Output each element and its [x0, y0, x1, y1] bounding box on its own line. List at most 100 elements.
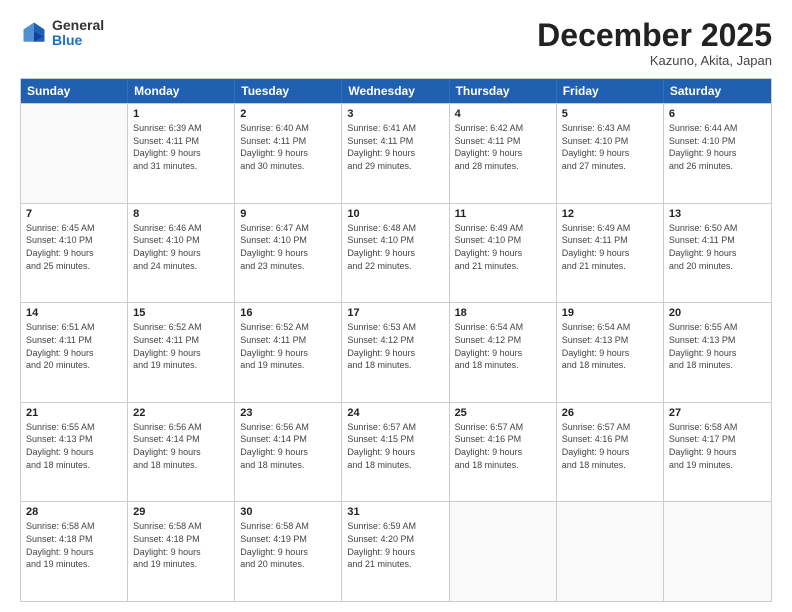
calendar-cell: 4 Sunrise: 6:42 AM Sunset: 4:11 PM Daylig… — [450, 104, 557, 203]
calendar-cell: 13 Sunrise: 6:50 AM Sunset: 4:11 PM Dayli… — [664, 204, 771, 303]
day-number: 2 — [240, 108, 336, 120]
day-number: 28 — [26, 506, 122, 518]
logo-general-text: General — [52, 18, 104, 33]
title-block: December 2025 Kazuno, Akita, Japan — [537, 18, 772, 68]
day-info: Sunrise: 6:58 AM Sunset: 4:19 PM Dayligh… — [240, 520, 336, 570]
day-info: Sunrise: 6:54 AM Sunset: 4:12 PM Dayligh… — [455, 321, 551, 371]
day-number: 16 — [240, 307, 336, 319]
calendar-cell: 25 Sunrise: 6:57 AM Sunset: 4:16 PM Dayli… — [450, 403, 557, 502]
calendar-cell: 9 Sunrise: 6:47 AM Sunset: 4:10 PM Daylig… — [235, 204, 342, 303]
page: General Blue December 2025 Kazuno, Akita… — [0, 0, 792, 612]
day-number: 7 — [26, 208, 122, 220]
calendar-cell — [450, 502, 557, 601]
calendar-cell: 6Sunrise: 6:44 AM Sunset: 4:10 PM Daylig… — [664, 104, 771, 203]
calendar-cell — [21, 104, 128, 203]
day-number: 10 — [347, 208, 443, 220]
calendar-row-1: 7 Sunrise: 6:45 AM Sunset: 4:10 PM Daylig… — [21, 203, 771, 303]
day-info: Sunrise: 6:55 AM Sunset: 4:13 PM Dayligh… — [669, 321, 766, 371]
weekday-header-friday: Friday — [557, 79, 664, 103]
day-info: Sunrise: 6:58 AM Sunset: 4:17 PM Dayligh… — [669, 421, 766, 471]
day-info: Sunrise: 6:41 AM Sunset: 4:11 PM Dayligh… — [347, 122, 443, 172]
day-info: Sunrise: 6:44 AM Sunset: 4:10 PM Dayligh… — [669, 122, 766, 172]
day-info: Sunrise: 6:45 AM Sunset: 4:10 PM Dayligh… — [26, 222, 122, 272]
weekday-header-tuesday: Tuesday — [235, 79, 342, 103]
calendar-cell: 15 Sunrise: 6:52 AM Sunset: 4:11 PM Dayli… — [128, 303, 235, 402]
day-number: 30 — [240, 506, 336, 518]
day-number: 29 — [133, 506, 229, 518]
day-info: Sunrise: 6:47 AM Sunset: 4:10 PM Dayligh… — [240, 222, 336, 272]
day-number: 20 — [669, 307, 766, 319]
calendar-cell — [557, 502, 664, 601]
day-info: Sunrise: 6:49 AM Sunset: 4:10 PM Dayligh… — [455, 222, 551, 272]
logo-icon — [20, 19, 48, 47]
day-info: Sunrise: 6:49 AM Sunset: 4:11 PM Dayligh… — [562, 222, 658, 272]
day-number: 12 — [562, 208, 658, 220]
weekday-header-sunday: Sunday — [21, 79, 128, 103]
calendar-cell: 23 Sunrise: 6:56 AM Sunset: 4:14 PM Dayli… — [235, 403, 342, 502]
calendar-header-row: SundayMondayTuesdayWednesdayThursdayFrid… — [21, 79, 771, 103]
calendar-cell: 18Sunrise: 6:54 AM Sunset: 4:12 PM Dayli… — [450, 303, 557, 402]
day-number: 4 — [455, 108, 551, 120]
day-number: 15 — [133, 307, 229, 319]
day-number: 25 — [455, 407, 551, 419]
calendar-cell: 1Sunrise: 6:39 AM Sunset: 4:11 PM Daylig… — [128, 104, 235, 203]
day-number: 26 — [562, 407, 658, 419]
day-number: 14 — [26, 307, 122, 319]
weekday-header-wednesday: Wednesday — [342, 79, 449, 103]
day-info: Sunrise: 6:43 AM Sunset: 4:10 PM Dayligh… — [562, 122, 658, 172]
logo-text: General Blue — [52, 18, 104, 49]
header: General Blue December 2025 Kazuno, Akita… — [20, 18, 772, 68]
day-info: Sunrise: 6:46 AM Sunset: 4:10 PM Dayligh… — [133, 222, 229, 272]
day-number: 24 — [347, 407, 443, 419]
day-info: Sunrise: 6:48 AM Sunset: 4:10 PM Dayligh… — [347, 222, 443, 272]
day-number: 17 — [347, 307, 443, 319]
weekday-header-thursday: Thursday — [450, 79, 557, 103]
weekday-header-saturday: Saturday — [664, 79, 771, 103]
calendar: SundayMondayTuesdayWednesdayThursdayFrid… — [20, 78, 772, 602]
logo-blue-text: Blue — [52, 33, 104, 48]
day-number: 23 — [240, 407, 336, 419]
day-info: Sunrise: 6:57 AM Sunset: 4:15 PM Dayligh… — [347, 421, 443, 471]
day-info: Sunrise: 6:58 AM Sunset: 4:18 PM Dayligh… — [133, 520, 229, 570]
calendar-cell: 30 Sunrise: 6:58 AM Sunset: 4:19 PM Dayli… — [235, 502, 342, 601]
calendar-cell: 2 Sunrise: 6:40 AM Sunset: 4:11 PM Daylig… — [235, 104, 342, 203]
month-title: December 2025 — [537, 18, 772, 53]
day-info: Sunrise: 6:50 AM Sunset: 4:11 PM Dayligh… — [669, 222, 766, 272]
calendar-row-4: 28 Sunrise: 6:58 AM Sunset: 4:18 PM Dayli… — [21, 501, 771, 601]
calendar-cell: 28 Sunrise: 6:58 AM Sunset: 4:18 PM Dayli… — [21, 502, 128, 601]
calendar-cell: 3 Sunrise: 6:41 AM Sunset: 4:11 PM Daylig… — [342, 104, 449, 203]
calendar-body: 1Sunrise: 6:39 AM Sunset: 4:11 PM Daylig… — [21, 103, 771, 601]
calendar-cell: 17 Sunrise: 6:53 AM Sunset: 4:12 PM Dayli… — [342, 303, 449, 402]
calendar-row-3: 21Sunrise: 6:55 AM Sunset: 4:13 PM Dayli… — [21, 402, 771, 502]
location-subtitle: Kazuno, Akita, Japan — [537, 53, 772, 68]
day-number: 8 — [133, 208, 229, 220]
day-info: Sunrise: 6:55 AM Sunset: 4:13 PM Dayligh… — [26, 421, 122, 471]
calendar-cell: 31Sunrise: 6:59 AM Sunset: 4:20 PM Dayli… — [342, 502, 449, 601]
calendar-row-2: 14Sunrise: 6:51 AM Sunset: 4:11 PM Dayli… — [21, 302, 771, 402]
day-number: 31 — [347, 506, 443, 518]
day-number: 27 — [669, 407, 766, 419]
day-info: Sunrise: 6:58 AM Sunset: 4:18 PM Dayligh… — [26, 520, 122, 570]
day-info: Sunrise: 6:56 AM Sunset: 4:14 PM Dayligh… — [240, 421, 336, 471]
day-number: 13 — [669, 208, 766, 220]
calendar-cell: 14Sunrise: 6:51 AM Sunset: 4:11 PM Dayli… — [21, 303, 128, 402]
day-info: Sunrise: 6:53 AM Sunset: 4:12 PM Dayligh… — [347, 321, 443, 371]
calendar-cell: 21Sunrise: 6:55 AM Sunset: 4:13 PM Dayli… — [21, 403, 128, 502]
calendar-cell: 7 Sunrise: 6:45 AM Sunset: 4:10 PM Daylig… — [21, 204, 128, 303]
calendar-cell: 12 Sunrise: 6:49 AM Sunset: 4:11 PM Dayli… — [557, 204, 664, 303]
calendar-cell: 24 Sunrise: 6:57 AM Sunset: 4:15 PM Dayli… — [342, 403, 449, 502]
calendar-cell: 20 Sunrise: 6:55 AM Sunset: 4:13 PM Dayli… — [664, 303, 771, 402]
day-info: Sunrise: 6:52 AM Sunset: 4:11 PM Dayligh… — [133, 321, 229, 371]
day-info: Sunrise: 6:42 AM Sunset: 4:11 PM Dayligh… — [455, 122, 551, 172]
calendar-cell: 29 Sunrise: 6:58 AM Sunset: 4:18 PM Dayli… — [128, 502, 235, 601]
logo: General Blue — [20, 18, 104, 49]
calendar-cell: 16Sunrise: 6:52 AM Sunset: 4:11 PM Dayli… — [235, 303, 342, 402]
calendar-cell: 8 Sunrise: 6:46 AM Sunset: 4:10 PM Daylig… — [128, 204, 235, 303]
calendar-cell: 27 Sunrise: 6:58 AM Sunset: 4:17 PM Dayli… — [664, 403, 771, 502]
day-number: 11 — [455, 208, 551, 220]
day-info: Sunrise: 6:57 AM Sunset: 4:16 PM Dayligh… — [455, 421, 551, 471]
day-number: 3 — [347, 108, 443, 120]
day-info: Sunrise: 6:40 AM Sunset: 4:11 PM Dayligh… — [240, 122, 336, 172]
weekday-header-monday: Monday — [128, 79, 235, 103]
day-number: 9 — [240, 208, 336, 220]
